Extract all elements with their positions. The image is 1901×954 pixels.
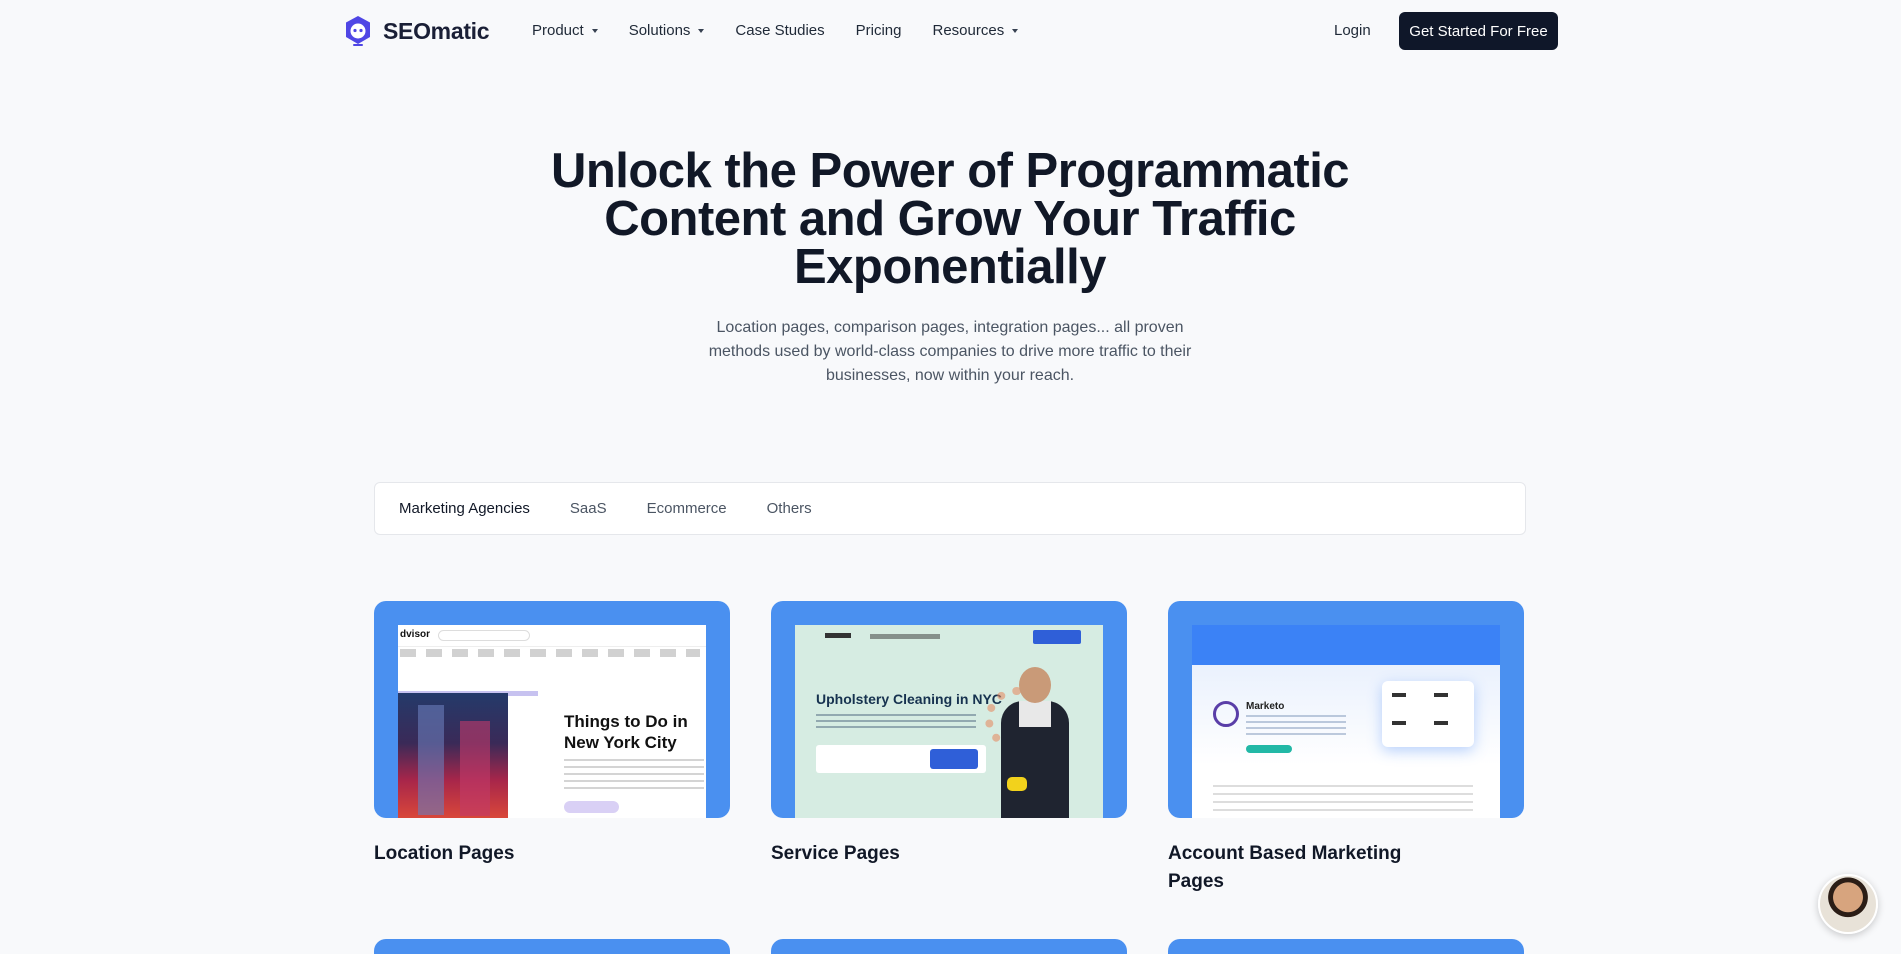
tab-ecommerce[interactable]: Ecommerce <box>647 500 727 517</box>
caret-down-icon <box>591 28 598 33</box>
card-title: Service Pages <box>771 843 900 864</box>
menu-item-label: Resources <box>932 22 1005 39</box>
card-preview-frame: dvisor Things to Do in New York City <box>374 601 730 818</box>
card-title: Account Based Marketing Pages <box>1168 843 1402 892</box>
abm-page-screenshot: Marketo <box>1192 625 1500 818</box>
hero-title-line: Content and Grow Your Traffic <box>604 192 1296 246</box>
preview-phone-button <box>1033 630 1081 644</box>
card-preview-frame: Upholstery Cleaning in NYC <box>771 601 1127 818</box>
card-preview-frame: Marketo <box>1168 601 1524 818</box>
login-link[interactable]: Login <box>1334 22 1371 39</box>
seomatic-logo-icon <box>346 16 370 46</box>
preview-header <box>1192 625 1500 665</box>
preview-heading: Upholstery Cleaning in NYC <box>816 691 1002 707</box>
card-location-pages[interactable]: dvisor Things to Do in New York City Loc… <box>374 601 730 868</box>
industry-tabs: Marketing Agencies SaaS Ecommerce Others <box>374 482 1526 535</box>
location-page-screenshot: dvisor Things to Do in New York City <box>398 625 706 818</box>
menu-item-resources[interactable]: Resources <box>933 22 1019 39</box>
preview-search-bar <box>438 630 530 641</box>
get-started-button[interactable]: Get Started For Free <box>1399 12 1558 50</box>
chat-support-avatar[interactable] <box>1818 874 1878 934</box>
card-account-based-marketing-pages[interactable]: Marketo Account Based Marketing Pages <box>1168 601 1524 896</box>
hero-title: Unlock the Power of Programmatic Content… <box>500 144 1400 294</box>
times-square-photo <box>398 693 508 818</box>
menu-item-label: Pricing <box>855 22 902 39</box>
preview-text-lines <box>564 759 704 789</box>
card-preview-frame <box>771 939 1127 954</box>
caret-down-icon <box>1012 28 1019 33</box>
brand-name: SEOmatic <box>383 17 490 44</box>
menu-item-label: Solutions <box>628 22 691 39</box>
preview-heading: Things to Do in New York City <box>564 712 688 752</box>
menu-item-label: Case Studies <box>735 22 825 39</box>
preview-text-lines <box>816 714 976 728</box>
hero-subtitle: Location pages, comparison pages, integr… <box>708 319 1192 384</box>
preview-form-button <box>930 749 978 769</box>
card-row2-2[interactable] <box>771 939 1127 954</box>
brand[interactable]: SEOmatic <box>341 14 490 48</box>
caret-down-icon <box>698 28 705 33</box>
top-navigation: SEOmatic Product Solutions Case Studies … <box>0 0 1901 62</box>
hero-title-line: Exponentially <box>793 240 1107 294</box>
card-row2-3[interactable] <box>1168 939 1524 954</box>
preview-stats-panel <box>1382 681 1474 747</box>
main-menu: Product Solutions Case Studies Pricing R… <box>532 22 1049 39</box>
preview-nav <box>400 649 700 657</box>
menu-item-product[interactable]: Product <box>532 22 598 39</box>
preview-heading: Marketo <box>1246 701 1285 712</box>
preview-nav <box>870 634 940 639</box>
card-title: Location Pages <box>374 843 515 864</box>
card-preview-frame <box>374 939 730 954</box>
menu-item-pricing[interactable]: Pricing <box>856 22 902 39</box>
preview-text-lines <box>1213 785 1473 815</box>
tab-others[interactable]: Others <box>767 500 812 517</box>
preview-logo: dvisor <box>400 629 431 640</box>
menu-item-case-studies[interactable]: Case Studies <box>735 22 824 39</box>
service-page-screenshot: Upholstery Cleaning in NYC <box>795 625 1103 818</box>
preview-logo <box>825 633 851 638</box>
card-service-pages[interactable]: Upholstery Cleaning in NYC Service Pages <box>771 601 1127 868</box>
marketo-logo-icon <box>1213 701 1239 727</box>
cleaner-photo <box>995 667 1075 818</box>
menu-item-solutions[interactable]: Solutions <box>629 22 705 39</box>
hero-title-line: Unlock the Power of Programmatic <box>550 144 1350 198</box>
card-row2-1[interactable] <box>374 939 730 954</box>
tab-marketing-agencies[interactable]: Marketing Agencies <box>399 500 530 517</box>
preview-text-lines <box>1246 715 1346 739</box>
preview-button <box>1246 745 1292 753</box>
menu-item-label: Product <box>532 22 584 39</box>
preview-pill <box>564 801 619 813</box>
card-preview-frame <box>1168 939 1524 954</box>
tab-saas[interactable]: SaaS <box>570 500 607 517</box>
preview-header: dvisor <box>398 625 706 647</box>
